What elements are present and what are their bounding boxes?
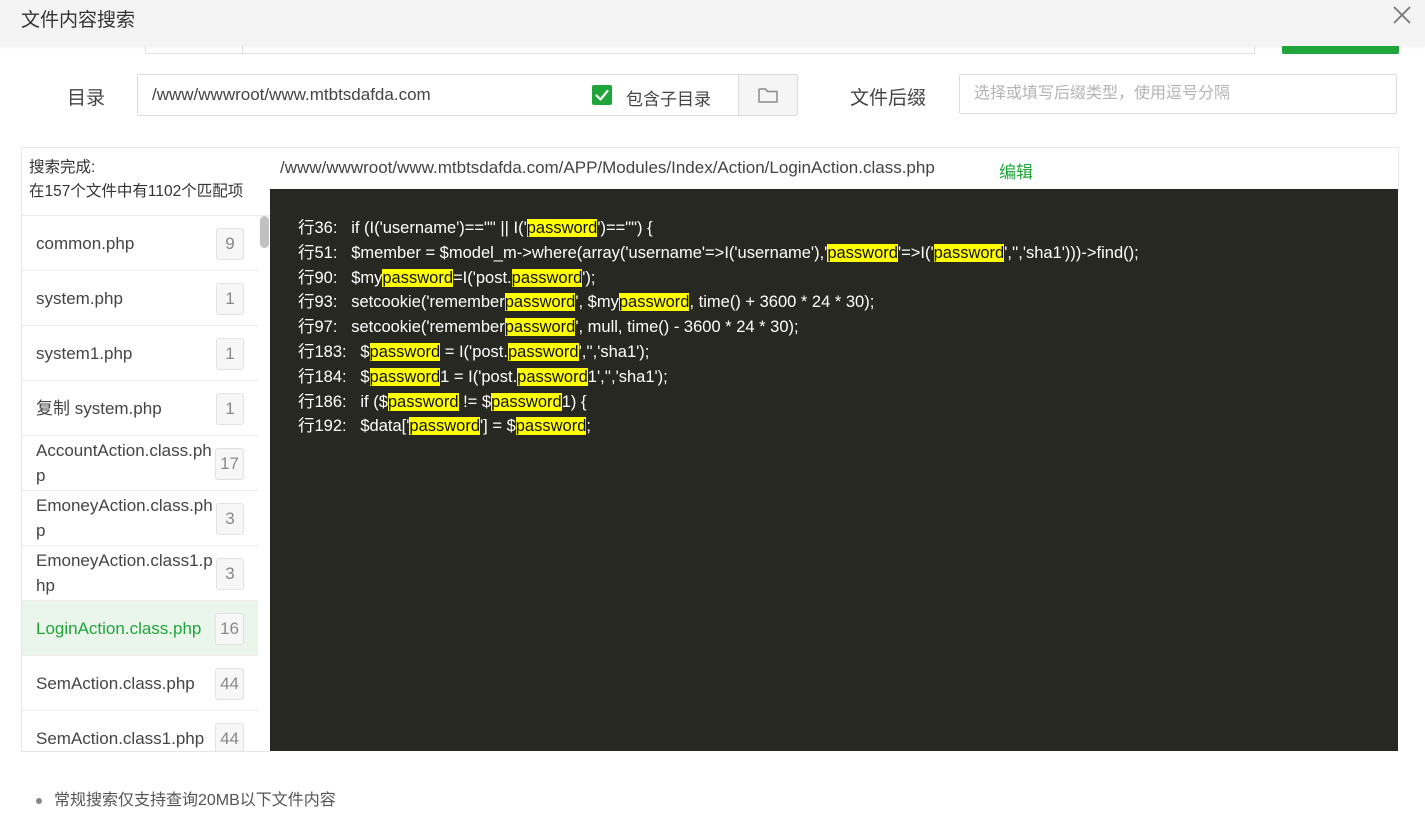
file-name[interactable]: 复制 system.php [36, 381, 214, 435]
dir-value[interactable]: /www/wwwroot/www.mtbtsdafda.com [152, 85, 431, 105]
suffix-label: 文件后缀 [850, 88, 927, 109]
code-line: 行90: $mypassword=I('post.password'); [298, 268, 596, 287]
match-highlight: password [933, 243, 1005, 262]
search-note: 常规搜索仅支持查询20MB以下文件内容 [36, 786, 336, 810]
match-highlight: password [369, 367, 441, 386]
results-file-panel: 搜索完成: 在157个文件中有1102个匹配项 common.php 9 syste… [21, 147, 271, 752]
edit-link[interactable]: 编辑 [999, 158, 1033, 183]
match-count-badge: 9 [216, 228, 244, 260]
dialog-title: 文件内容搜索 [21, 10, 136, 31]
file-list-item[interactable]: SemAction.class.php 44 [22, 656, 258, 711]
dir-label: 目录 [67, 88, 106, 109]
include-subdir-checkbox[interactable] [592, 85, 612, 105]
include-subdir-label[interactable]: 包含子目录 [626, 85, 711, 110]
match-count-badge: 17 [215, 448, 244, 480]
match-highlight: password [504, 293, 576, 312]
file-list-item[interactable]: 复制 system.php 1 [22, 381, 258, 436]
match-highlight: password [382, 268, 453, 287]
file-list-item[interactable]: SemAction.class1.php 44 [22, 711, 258, 751]
match-highlight: password [387, 392, 459, 411]
file-list-item[interactable]: LoginAction.class.php 16 [22, 601, 258, 656]
match-highlight: password [515, 417, 587, 436]
close-icon [1393, 6, 1411, 24]
file-name[interactable]: EmoneyAction.class1.php [36, 546, 214, 600]
match-highlight: password [511, 268, 583, 287]
code-preview: 行36: if (I('username')=="" || I('passwor… [270, 189, 1398, 751]
file-path-bar: /www/wwwroot/www.mtbtsdafda.com/APP/Modu… [269, 147, 1399, 190]
code-line: 行93: setcookie('rememberpassword', $mypa… [298, 293, 875, 312]
file-name[interactable]: system1.php [36, 326, 214, 380]
file-name[interactable]: EmoneyAction.class.php [36, 491, 214, 545]
file-name[interactable]: common.php [36, 216, 214, 270]
match-highlight: password [526, 219, 598, 237]
search-note-text: 常规搜索仅支持查询20MB以下文件内容 [54, 792, 336, 809]
match-highlight: password [369, 342, 441, 361]
code-line: 行184: $password1 = I('post.password1',''… [298, 367, 668, 386]
file-list-item[interactable]: EmoneyAction.class.php 3 [22, 491, 258, 546]
search-content-input[interactable] [242, 46, 1255, 54]
match-count-badge: 3 [216, 503, 244, 535]
match-highlight: password [507, 342, 579, 361]
match-highlight: password [491, 392, 562, 411]
match-count-badge: 44 [215, 668, 244, 700]
file-list-item[interactable]: system1.php 1 [22, 326, 258, 381]
search-type-select[interactable] [145, 46, 243, 54]
code-line: 行192: $data['password'] = $password; [298, 417, 591, 436]
match-count-badge: 16 [215, 613, 244, 645]
match-highlight: password [517, 367, 588, 386]
close-button[interactable] [1389, 2, 1415, 28]
file-list-item[interactable]: EmoneyAction.class1.php 3 [22, 546, 258, 601]
code-line: 行51: $member = $model_m->where(array('us… [298, 243, 1139, 262]
search-status-summary: 在157个文件中有1102个匹配项 [29, 183, 244, 200]
folder-icon [758, 88, 778, 103]
file-path: /www/wwwroot/www.mtbtsdafda.com/APP/Modu… [280, 158, 935, 177]
search-button[interactable] [1282, 46, 1399, 54]
code-lines: 行36: if (I('username')=="" || I('passwor… [298, 216, 1139, 439]
match-count-badge: 1 [216, 283, 244, 315]
file-name[interactable]: AccountAction.class.php [36, 436, 214, 490]
match-highlight: password [504, 318, 576, 337]
match-count-badge: 44 [215, 723, 244, 751]
search-status-title: 搜索完成: [29, 159, 96, 176]
code-line: 行186: if ($password != $password1) { [298, 392, 587, 411]
suffix-input[interactable] [959, 74, 1397, 114]
file-list-item[interactable]: AccountAction.class.php 17 [22, 436, 258, 491]
match-highlight: password [827, 243, 898, 262]
code-line: 行36: if (I('username')=="" || I('passwor… [298, 219, 653, 237]
bullet-icon [36, 797, 42, 804]
check-icon [595, 89, 609, 101]
match-highlight: password [409, 417, 481, 436]
code-line: 行183: $password = I('post.password','','… [298, 342, 650, 361]
code-line: 行97: setcookie('rememberpassword', mull,… [298, 318, 799, 337]
match-count-badge: 1 [216, 393, 244, 425]
file-list-item[interactable]: system.php 1 [22, 271, 258, 326]
dialog-titlebar: 文件内容搜索 [0, 0, 1425, 46]
match-count-badge: 3 [216, 558, 244, 590]
file-list-item[interactable]: common.php 9 [22, 216, 258, 271]
choose-folder-button[interactable] [738, 74, 798, 116]
match-count-badge: 1 [216, 338, 244, 370]
match-highlight: password [618, 293, 690, 312]
file-name[interactable]: system.php [36, 271, 214, 325]
search-status: 搜索完成: 在157个文件中有1102个匹配项 [29, 156, 243, 204]
file-list: common.php 9 system.php 1 system1.php 1 复制 sys… [22, 216, 258, 751]
file-list-scrollbar[interactable] [258, 216, 270, 751]
file-name[interactable]: LoginAction.class.php [36, 601, 214, 655]
file-name[interactable]: SemAction.class.php [36, 656, 214, 710]
scrollbar-thumb[interactable] [260, 216, 269, 248]
file-name[interactable]: SemAction.class1.php [36, 711, 214, 751]
dir-field[interactable]: /www/wwwroot/www.mtbtsdafda.com 包含子目录 [137, 74, 798, 116]
